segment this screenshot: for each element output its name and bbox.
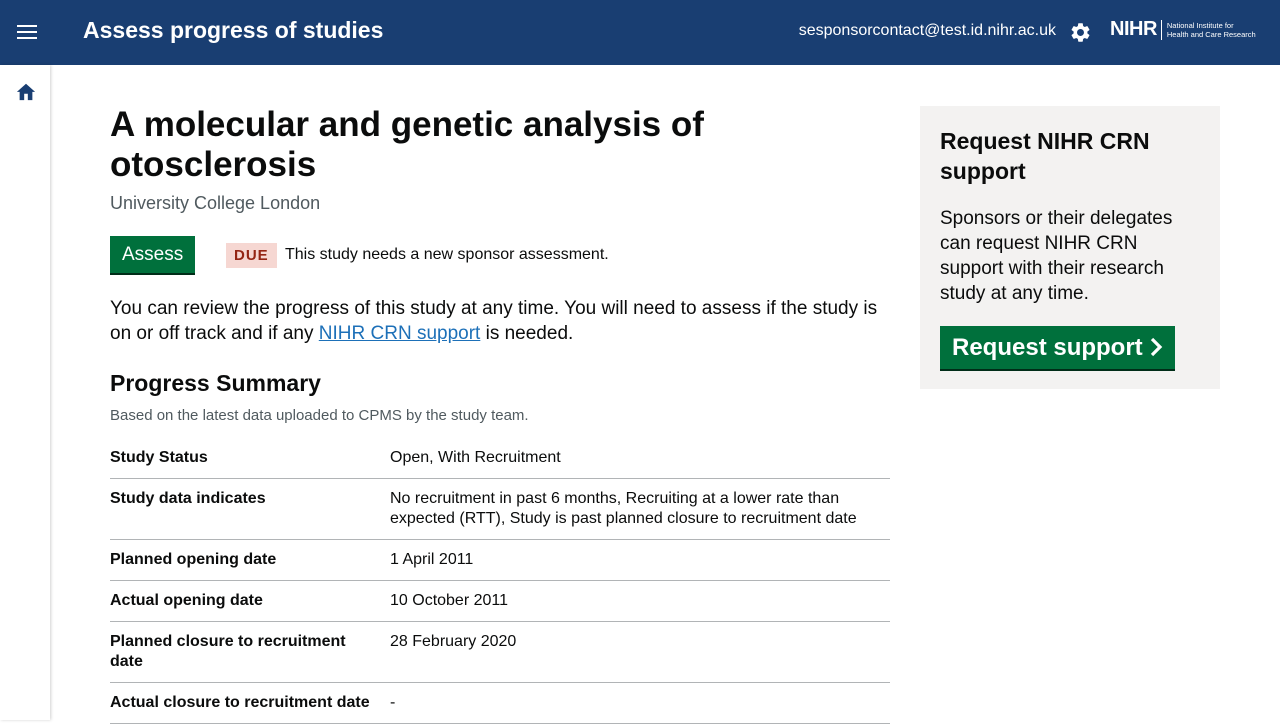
- menu-icon[interactable]: [17, 25, 37, 39]
- row-value: 10 October 2011: [390, 580, 890, 622]
- table-row: Actual closure to recruitment date -: [110, 682, 890, 724]
- logo-divider: [1160, 20, 1162, 40]
- nihr-logo[interactable]: NIHR National Institute for Health and Car…: [1110, 18, 1256, 41]
- support-panel-text: Sponsors or their delegates can request …: [940, 208, 1173, 304]
- progress-summary-subheading: Based on the latest data uploaded to CPM…: [110, 407, 529, 424]
- app-title: Assess progress of studies: [83, 17, 384, 43]
- table-row: Study data indicates No recruitment in p…: [110, 478, 890, 540]
- table-row: Actual opening date 10 October 2011: [110, 580, 890, 622]
- row-value: -: [390, 682, 890, 724]
- main-content: A molecular and genetic analysis of otos…: [110, 105, 890, 724]
- row-key: Actual closure to recruitment date: [110, 682, 390, 724]
- logo-sub-line1: National Institute for: [1166, 21, 1234, 30]
- row-value: Open, With Recruitment: [390, 448, 890, 479]
- table-row: Study Status Open, With Recruitment: [110, 448, 890, 479]
- row-key: Study data indicates: [110, 478, 390, 540]
- row-key: Study Status: [110, 448, 390, 479]
- chevron-right-icon: [1150, 337, 1162, 356]
- progress-summary-table: Study Status Open, With Recruitment Stud…: [110, 448, 890, 724]
- support-panel-title: Request NIHR CRN support: [940, 128, 1150, 184]
- assess-button[interactable]: Assess: [110, 236, 196, 273]
- row-key: Planned opening date: [110, 539, 390, 581]
- table-row: Planned closure to recruitment date 28 F…: [110, 621, 890, 683]
- due-message: This study needs a new sponsor assessmen…: [285, 246, 609, 263]
- study-title: A molecular and genetic analysis of otos…: [110, 105, 704, 184]
- logo-main: NIHR: [1110, 18, 1157, 40]
- progress-summary-heading: Progress Summary: [110, 370, 321, 396]
- intro-text-end: is needed.: [480, 323, 574, 344]
- support-panel: Request NIHR CRN support Sponsors or the…: [920, 106, 1220, 389]
- home-icon[interactable]: [15, 81, 37, 101]
- row-value: No recruitment in past 6 months, Recruit…: [390, 478, 890, 540]
- gear-icon[interactable]: [1069, 21, 1092, 44]
- assess-row: Assess DUE This study needs a new sponso…: [110, 236, 890, 276]
- crn-support-link[interactable]: NIHR CRN support: [319, 323, 481, 344]
- row-key: Planned closure to recruitment date: [110, 621, 390, 683]
- due-status-tag: DUE: [226, 243, 277, 268]
- top-header: Assess progress of studies sesponsorcont…: [0, 0, 1280, 65]
- request-support-label: Request support: [952, 334, 1143, 361]
- user-email: sesponsorcontact@test.id.nihr.ac.uk: [798, 22, 1056, 39]
- row-key: Actual opening date: [110, 580, 390, 622]
- logo-subtitle: National Institute for Health and Care Re…: [1167, 21, 1256, 39]
- intro-paragraph: You can review the progress of this stud…: [110, 296, 890, 346]
- organisation-name: University College London: [110, 193, 321, 213]
- row-value: 28 February 2020: [390, 621, 890, 683]
- side-rail: [0, 65, 50, 720]
- request-support-button[interactable]: Request support: [940, 326, 1175, 369]
- table-row: Planned opening date 1 April 2011: [110, 539, 890, 581]
- row-value: 1 April 2011: [390, 539, 890, 581]
- logo-sub-line2: Health and Care Research: [1166, 30, 1256, 39]
